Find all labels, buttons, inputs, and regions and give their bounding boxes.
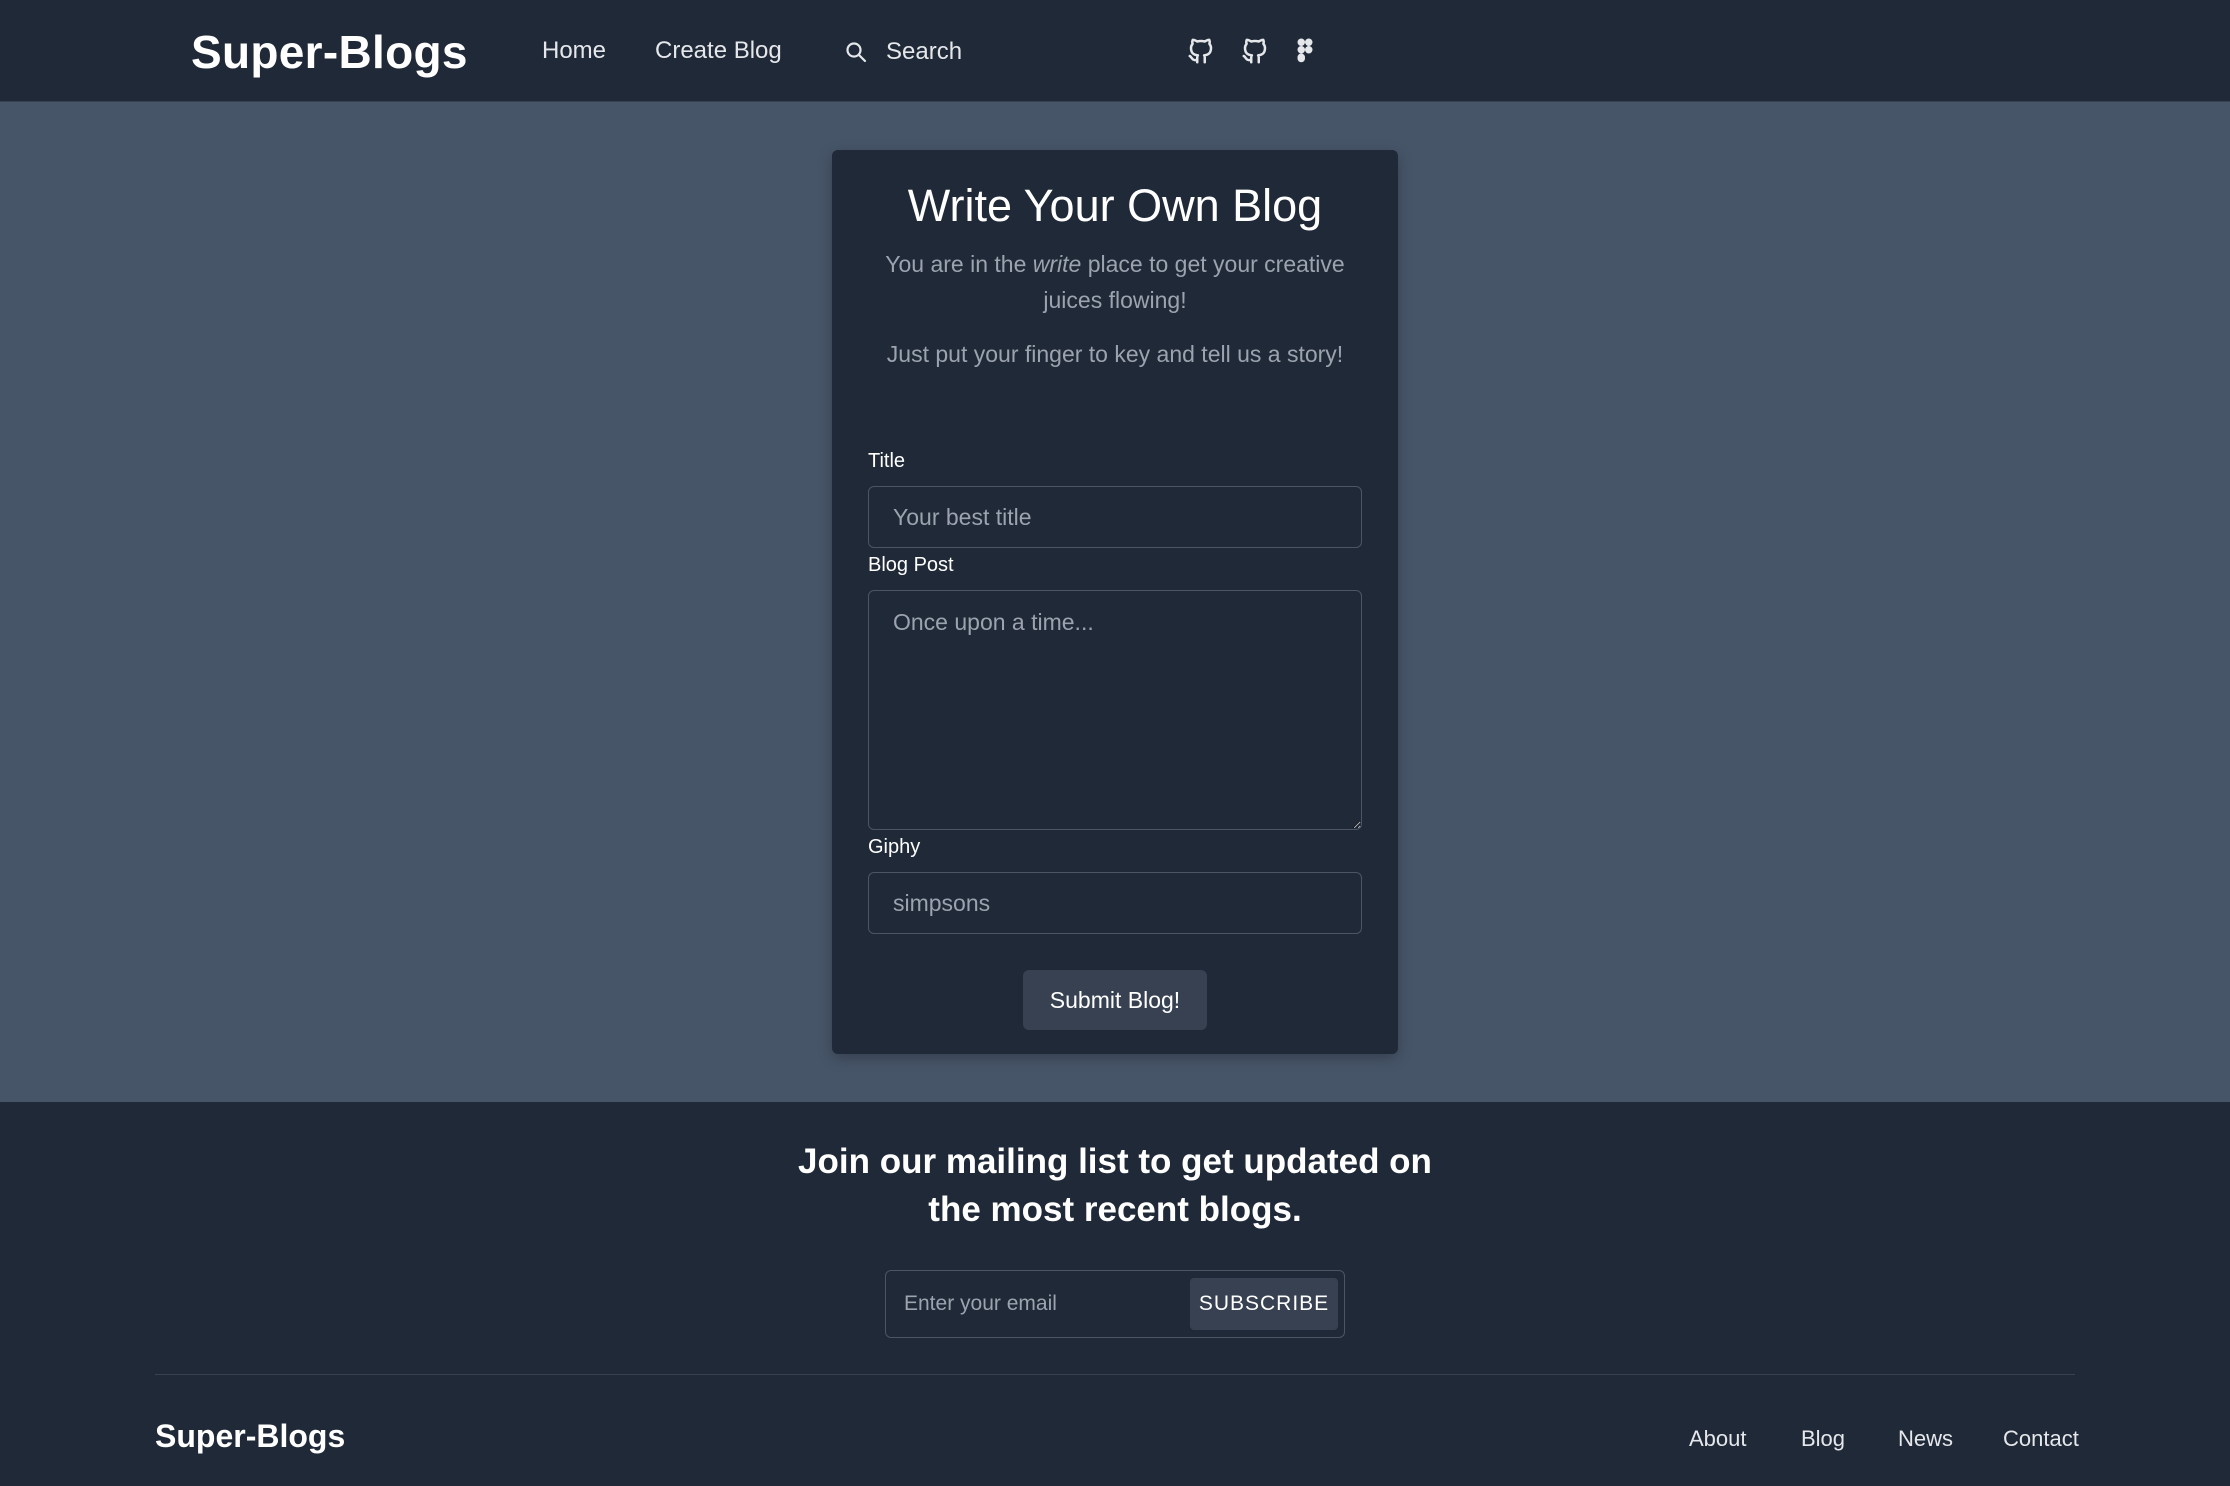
page-title: Write Your Own Blog xyxy=(907,180,1323,231)
nav-link-home[interactable]: Home xyxy=(542,37,606,65)
blog-post-textarea[interactable] xyxy=(868,590,1362,830)
nav-link-create-blog[interactable]: Create Blog xyxy=(655,37,782,65)
intro-text-secondary: Just put your finger to key and tell us … xyxy=(886,341,1344,367)
footer: Join our mailing list to get updated on … xyxy=(0,1102,2230,1486)
title-label: Title xyxy=(868,450,906,472)
email-input[interactable] xyxy=(886,1271,1186,1337)
nav-search[interactable] xyxy=(844,30,1104,74)
footer-link-contact[interactable]: Contact xyxy=(2003,1426,2079,1452)
title-input[interactable] xyxy=(868,486,1362,548)
footer-link-blog[interactable]: Blog xyxy=(1801,1426,1845,1452)
subscribe-form: SUBSCRIBE xyxy=(885,1270,1345,1338)
intro-text: You are in the write place to get your c… xyxy=(885,251,1345,313)
search-icon xyxy=(846,42,867,63)
intro-emphasis: write xyxy=(1032,251,1082,277)
github-icon[interactable] xyxy=(1186,36,1216,66)
mailing-list-heading: Join our mailing list to get updated on … xyxy=(798,1142,1432,1229)
brand-logo[interactable]: Super-Blogs xyxy=(191,25,468,79)
create-blog-card: Write Your Own Blog You are in the write… xyxy=(832,150,1398,1054)
giphy-input[interactable] xyxy=(868,872,1362,934)
submit-blog-button[interactable]: Submit Blog! xyxy=(1023,970,1207,1030)
github-icon[interactable] xyxy=(1240,36,1270,66)
figma-icon[interactable] xyxy=(1290,36,1320,66)
blog-post-label: Blog Post xyxy=(868,554,954,576)
footer-link-about[interactable]: About xyxy=(1689,1426,1747,1452)
search-input[interactable] xyxy=(886,38,1086,66)
navbar: Super-Blogs Home Create Blog xyxy=(0,0,2230,102)
footer-brand[interactable]: Super-Blogs xyxy=(155,1418,345,1455)
footer-link-news[interactable]: News xyxy=(1898,1426,1953,1452)
giphy-label: Giphy xyxy=(868,836,921,858)
subscribe-button[interactable]: SUBSCRIBE xyxy=(1190,1278,1338,1330)
footer-divider xyxy=(155,1374,2075,1375)
